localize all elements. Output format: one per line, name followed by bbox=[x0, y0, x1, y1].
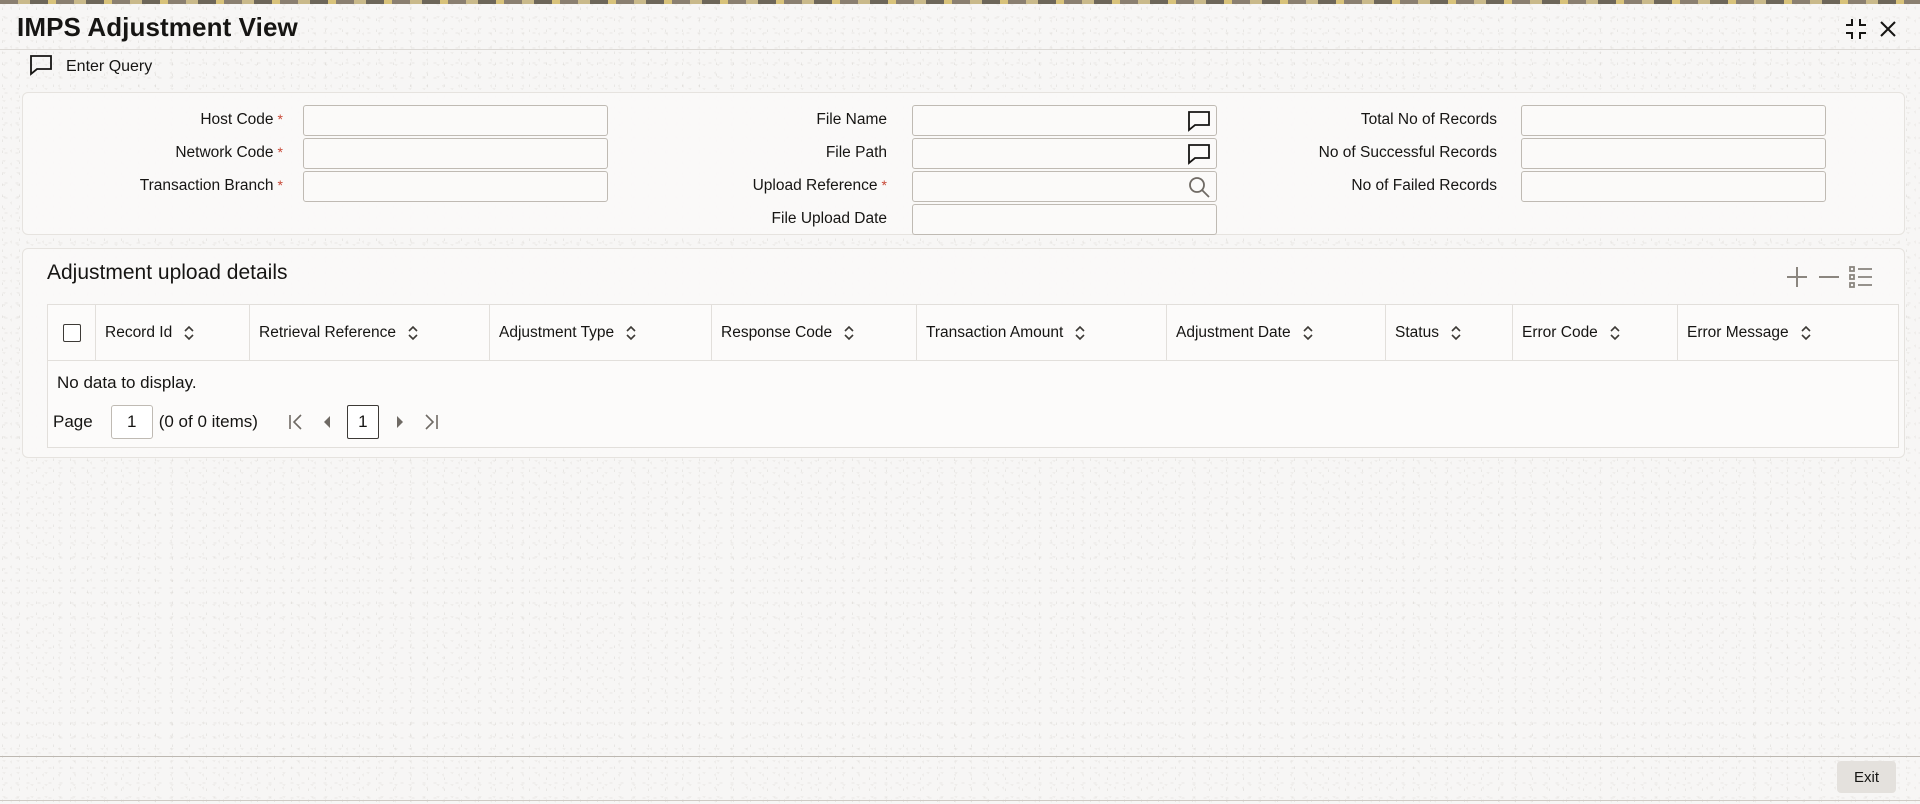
page-number-input[interactable]: 1 bbox=[110, 405, 153, 439]
select-all-cell bbox=[48, 305, 96, 361]
network-code-input[interactable] bbox=[304, 139, 607, 168]
column-header-response-code[interactable]: Response Code bbox=[712, 305, 917, 361]
exit-button[interactable]: Exit bbox=[1837, 761, 1896, 793]
total-records-label: Total No of Records bbox=[1360, 111, 1497, 128]
column-header-record-id[interactable]: Record Id bbox=[96, 305, 250, 361]
comment-icon[interactable] bbox=[1186, 108, 1212, 134]
sort-icon[interactable] bbox=[1073, 324, 1087, 342]
failed-records-field[interactable] bbox=[1521, 171, 1826, 202]
page-summary: (0 of 0 items) bbox=[158, 412, 258, 431]
adjustment-table: Record Id Retrieval Reference Adjustment… bbox=[47, 304, 1899, 448]
upload-reference-label: Upload Reference * bbox=[752, 177, 887, 194]
column-header-retrieval-reference[interactable]: Retrieval Reference bbox=[250, 305, 490, 361]
file-name-input[interactable] bbox=[913, 106, 1216, 135]
successful-records-label: No of Successful Records bbox=[1318, 144, 1497, 161]
empty-table-message: No data to display. bbox=[57, 373, 197, 392]
file-upload-date-field[interactable] bbox=[912, 204, 1217, 235]
transaction-branch-field[interactable] bbox=[303, 171, 608, 202]
last-page-icon[interactable] bbox=[421, 412, 441, 432]
table-header: Record Id Retrieval Reference Adjustment… bbox=[48, 305, 1898, 361]
sort-icon[interactable] bbox=[182, 324, 196, 342]
next-page-icon[interactable] bbox=[390, 412, 410, 432]
chat-bubble-icon bbox=[28, 53, 54, 82]
transaction-branch-label: Transaction Branch * bbox=[139, 177, 283, 194]
host-code-input[interactable] bbox=[304, 106, 607, 135]
sort-icon[interactable] bbox=[842, 324, 856, 342]
file-name-label: File Name bbox=[816, 111, 887, 128]
total-records-field[interactable] bbox=[1521, 105, 1826, 136]
file-upload-date-label: File Upload Date bbox=[771, 210, 887, 227]
host-code-field[interactable] bbox=[303, 105, 608, 136]
pagination-bar: Page 1 (0 of 0 items) 1 bbox=[53, 405, 441, 439]
transaction-branch-input[interactable] bbox=[304, 172, 607, 201]
sort-icon[interactable] bbox=[624, 324, 638, 342]
sort-icon[interactable] bbox=[1799, 324, 1813, 342]
upload-reference-input[interactable] bbox=[913, 172, 1216, 201]
title-bar: IMPS Adjustment View bbox=[0, 4, 1920, 50]
successful-records-field[interactable] bbox=[1521, 138, 1826, 169]
adjustment-grid-panel: Adjustment upload details Record Id Retr… bbox=[22, 248, 1905, 458]
page-title: IMPS Adjustment View bbox=[17, 12, 298, 42]
sort-icon[interactable] bbox=[406, 324, 420, 342]
sort-icon[interactable] bbox=[1301, 324, 1315, 342]
failed-records-label: No of Failed Records bbox=[1351, 177, 1497, 194]
column-header-status[interactable]: Status bbox=[1386, 305, 1513, 361]
query-form-panel: Host Code * Network Code * Transaction Bra… bbox=[22, 92, 1905, 235]
column-header-error-code[interactable]: Error Code bbox=[1513, 305, 1678, 361]
successful-records-input[interactable] bbox=[1522, 139, 1825, 168]
grid-title: Adjustment upload details bbox=[47, 261, 288, 284]
host-code-label: Host Code * bbox=[200, 111, 283, 128]
file-path-label: File Path bbox=[825, 144, 887, 161]
column-header-adjustment-date[interactable]: Adjustment Date bbox=[1167, 305, 1386, 361]
upload-reference-field[interactable] bbox=[912, 171, 1217, 202]
column-header-error-message[interactable]: Error Message bbox=[1678, 305, 1899, 361]
bottom-divider bbox=[0, 800, 1920, 801]
search-icon[interactable] bbox=[1186, 174, 1212, 200]
file-name-field[interactable] bbox=[912, 105, 1217, 136]
minimize-window-icon[interactable] bbox=[1843, 16, 1869, 42]
sort-icon[interactable] bbox=[1608, 324, 1622, 342]
previous-page-icon[interactable] bbox=[317, 412, 337, 432]
footer-divider bbox=[0, 756, 1920, 757]
enter-query-label: Enter Query bbox=[66, 58, 153, 75]
failed-records-input[interactable] bbox=[1522, 172, 1825, 201]
close-icon[interactable] bbox=[1875, 16, 1901, 42]
network-code-label: Network Code * bbox=[175, 144, 283, 161]
first-page-icon[interactable] bbox=[286, 412, 306, 432]
file-upload-date-input[interactable] bbox=[913, 205, 1216, 234]
add-row-icon[interactable] bbox=[1783, 263, 1811, 291]
comment-icon[interactable] bbox=[1186, 141, 1212, 167]
total-records-input[interactable] bbox=[1522, 106, 1825, 135]
delete-row-icon[interactable] bbox=[1815, 263, 1843, 291]
file-path-field[interactable] bbox=[912, 138, 1217, 169]
page-label: Page bbox=[53, 412, 93, 431]
network-code-field[interactable] bbox=[303, 138, 608, 169]
file-path-input[interactable] bbox=[913, 139, 1216, 168]
current-page-button[interactable]: 1 bbox=[346, 405, 379, 439]
column-header-adjustment-type[interactable]: Adjustment Type bbox=[490, 305, 712, 361]
column-header-transaction-amount[interactable]: Transaction Amount bbox=[917, 305, 1167, 361]
select-all-checkbox[interactable] bbox=[63, 324, 81, 342]
sort-icon[interactable] bbox=[1449, 324, 1463, 342]
enter-query-button[interactable]: Enter Query bbox=[28, 54, 152, 80]
list-view-icon[interactable] bbox=[1847, 263, 1875, 291]
